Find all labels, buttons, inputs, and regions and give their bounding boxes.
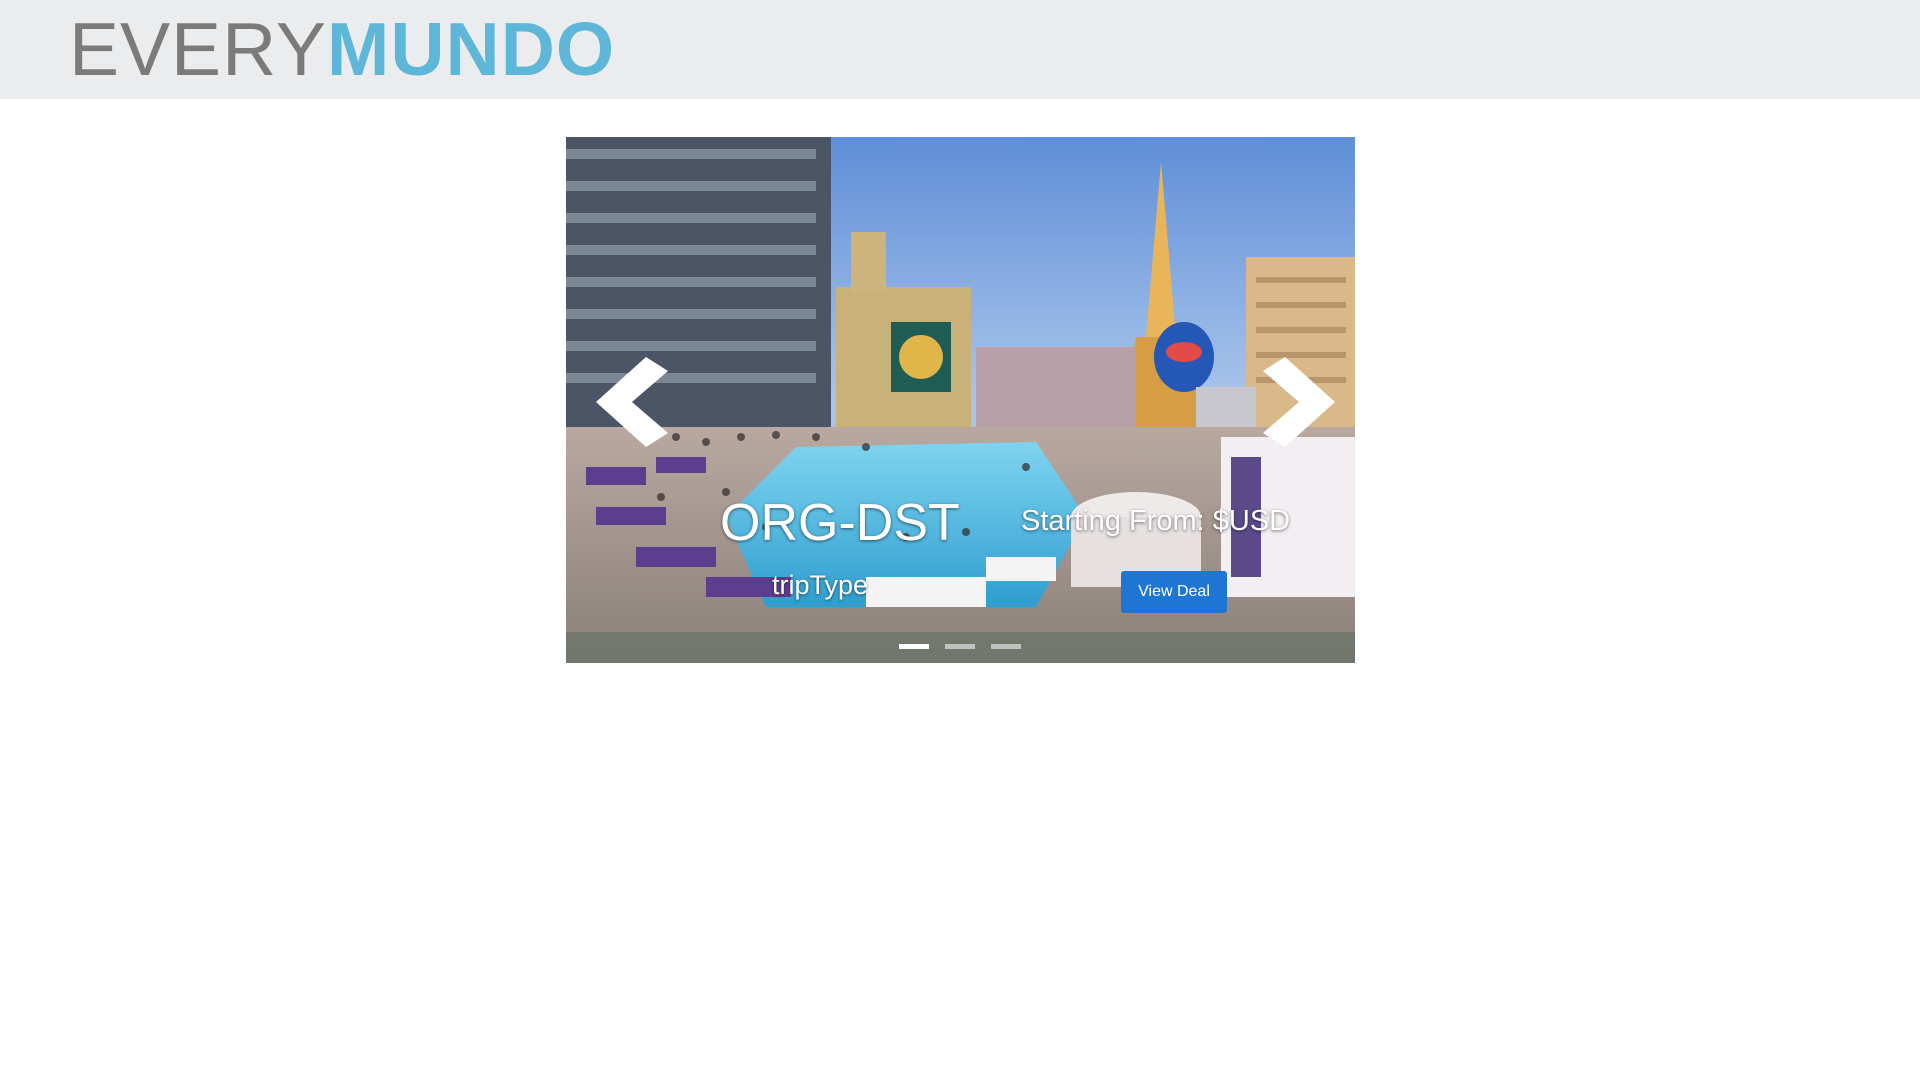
logo-text-mundo: MUNDO <box>326 7 616 91</box>
route-title: ORG-DST <box>720 494 960 552</box>
carousel-indicator-1[interactable] <box>899 644 929 649</box>
view-deal-button[interactable]: View Deal <box>1121 571 1227 613</box>
logo-text-every: EVERY <box>69 7 327 91</box>
starting-price: Starting From: $USD <box>1021 505 1291 537</box>
chevron-right-icon <box>1263 357 1335 447</box>
chevron-left-icon <box>596 357 668 447</box>
carousel-next-button[interactable] <box>1255 357 1335 447</box>
slide-image <box>566 137 1355 663</box>
deal-carousel: ORG-DST Starting From: $USD tripType Vie… <box>566 137 1355 663</box>
carousel-indicators <box>899 644 1021 649</box>
carousel-indicator-2[interactable] <box>945 644 975 649</box>
everymundo-logo[interactable]: EVERYMUNDO <box>69 12 615 87</box>
site-header: EVERYMUNDO <box>0 0 1920 99</box>
trip-type: tripType <box>772 570 869 600</box>
carousel-indicator-3[interactable] <box>991 644 1021 649</box>
carousel-prev-button[interactable] <box>596 357 676 447</box>
